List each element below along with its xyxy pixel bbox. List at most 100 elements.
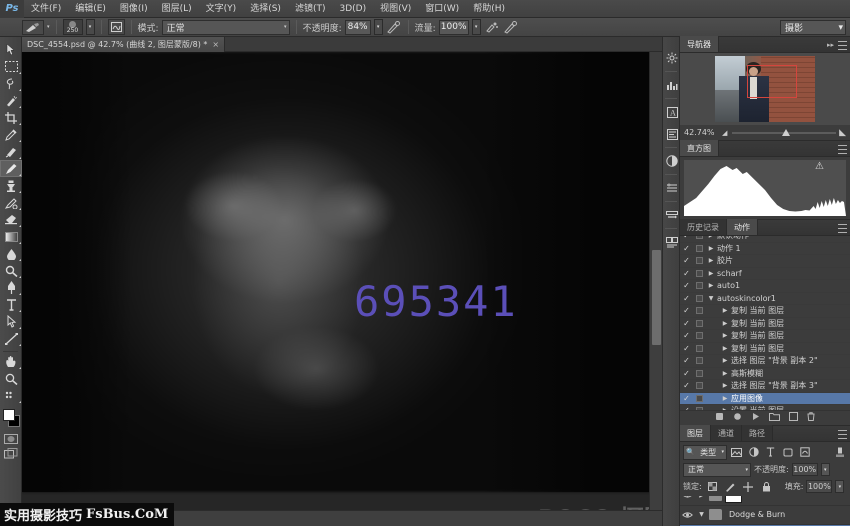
action-row[interactable]: ✓▶选择 图层 "背景 副本 2": [680, 355, 850, 368]
disclosure-triangle-icon[interactable]: ▶: [719, 332, 731, 339]
action-row[interactable]: ✓▶动作 1: [680, 243, 850, 256]
action-dialog-toggle[interactable]: [693, 307, 705, 314]
healing-brush-tool[interactable]: [0, 143, 22, 160]
path-selection-tool[interactable]: [0, 313, 22, 330]
action-row[interactable]: ✓▶高斯模糊: [680, 368, 850, 381]
disclosure-triangle-icon[interactable]: ▶: [719, 320, 731, 327]
panel-menu-icon[interactable]: [838, 41, 847, 50]
document-tab[interactable]: DSC_4554.psd @ 42.7% (曲线 2, 图层蒙版/8) * ×: [22, 37, 225, 52]
action-toggle-checkmark[interactable]: ✓: [680, 344, 693, 353]
menu-item-4[interactable]: 文字(Y): [199, 0, 244, 18]
action-toggle-checkmark[interactable]: ✓: [680, 256, 693, 265]
tab-paths[interactable]: 路径: [742, 425, 773, 441]
navigator-zoom-slider[interactable]: ◢ ◣: [722, 128, 846, 137]
tab-histogram[interactable]: 直方图: [680, 140, 719, 156]
action-dialog-toggle[interactable]: [693, 270, 705, 277]
actions-list[interactable]: ✓▶默认动作✓▶动作 1✓▶胶片✓▶scharf✓▶auto1✓▼autoski…: [680, 236, 850, 410]
stop-button[interactable]: [715, 412, 724, 424]
action-row[interactable]: ✓▼autoskincolor1: [680, 293, 850, 306]
filter-smart-icon[interactable]: [797, 445, 812, 460]
brush-tool[interactable]: [0, 160, 22, 177]
gradient-tool[interactable]: [0, 228, 22, 245]
action-toggle-checkmark[interactable]: ✓: [680, 269, 693, 278]
dodge-tool[interactable]: [0, 262, 22, 279]
menu-item-2[interactable]: 图像(I): [113, 0, 155, 18]
pen-tool[interactable]: [0, 279, 22, 296]
tab-channels[interactable]: 通道: [711, 425, 742, 441]
move-tool[interactable]: [0, 41, 22, 58]
layer-visibility-eye-icon[interactable]: [680, 496, 694, 499]
brush-size-indicator[interactable]: 250: [63, 19, 83, 35]
action-row[interactable]: ✓▶设置 当前 图层: [680, 405, 850, 410]
disclosure-triangle-icon[interactable]: ▶: [705, 282, 717, 289]
menu-item-5[interactable]: 选择(S): [243, 0, 288, 18]
close-icon[interactable]: ×: [212, 40, 219, 49]
eraser-tool[interactable]: [0, 211, 22, 228]
brush-preview-caret[interactable]: ▾: [47, 24, 50, 30]
tab-layers[interactable]: 图层: [680, 425, 711, 441]
action-dialog-toggle[interactable]: [693, 295, 705, 302]
action-dialog-toggle[interactable]: [693, 407, 705, 410]
lock-all-icon[interactable]: [759, 479, 774, 494]
action-row[interactable]: ✓▶复制 当前 图层: [680, 330, 850, 343]
canvas-area[interactable]: 695341 POCO 摄影专题 http://photo.poco.cn/: [22, 52, 662, 510]
airbrush-toggle-icon[interactable]: [484, 19, 500, 35]
disclosure-triangle-icon[interactable]: ▶: [719, 382, 731, 389]
menu-item-8[interactable]: 视图(V): [373, 0, 418, 18]
layer-row[interactable]: ▼Dodge & Burn: [680, 506, 850, 526]
action-toggle-checkmark[interactable]: ✓: [680, 356, 693, 365]
quick-selection-tool[interactable]: [0, 92, 22, 109]
menu-item-0[interactable]: 文件(F): [24, 0, 68, 18]
brush-preview[interactable]: [22, 20, 44, 35]
lock-position-icon[interactable]: [741, 479, 756, 494]
action-toggle-checkmark[interactable]: ✓: [680, 381, 693, 390]
panel-menu-icon[interactable]: [838, 430, 847, 439]
menu-item-1[interactable]: 编辑(E): [68, 0, 113, 18]
blur-tool[interactable]: [0, 245, 22, 262]
brush-panel-toggle-button[interactable]: [108, 19, 125, 35]
eyedropper-tool[interactable]: [0, 126, 22, 143]
action-row[interactable]: ✓▶复制 当前 图层: [680, 343, 850, 356]
edit-toolbar-button[interactable]: [0, 387, 22, 404]
layer-opacity-value[interactable]: 100%: [792, 463, 818, 476]
disclosure-triangle-icon[interactable]: ▶: [719, 357, 731, 364]
new-set-button[interactable]: [769, 412, 780, 424]
color-icon[interactable]: [663, 150, 681, 172]
character-icon[interactable]: A: [663, 101, 681, 123]
disclosure-triangle-icon[interactable]: ▶: [719, 407, 731, 410]
blend-mode-select[interactable]: 正常 ▾: [162, 20, 290, 35]
screen-mode-toggle[interactable]: [0, 446, 22, 461]
clone-stamp-tool[interactable]: [0, 177, 22, 194]
collapse-icon[interactable]: ▸▸: [827, 41, 834, 49]
layer-blend-mode-select[interactable]: 正常 ▾: [683, 463, 751, 477]
filter-type-icon[interactable]: [763, 445, 778, 460]
menu-item-10[interactable]: 帮助(H): [466, 0, 512, 18]
group-disclosure-triangle-icon[interactable]: ▼: [697, 511, 706, 518]
action-row[interactable]: ✓▶胶片: [680, 255, 850, 268]
histogram-warning-icon[interactable]: ⚠: [815, 161, 824, 172]
navigator-view-box[interactable]: [747, 65, 797, 98]
action-row[interactable]: ✓▶复制 当前 图层: [680, 318, 850, 331]
tab-history[interactable]: 历史记录: [680, 219, 727, 235]
layer-opacity-caret[interactable]: ▾: [821, 463, 830, 476]
action-dialog-toggle[interactable]: [693, 370, 705, 377]
disclosure-triangle-icon[interactable]: ▶: [719, 370, 731, 377]
lasso-tool[interactable]: [0, 75, 22, 92]
navigator-zoom-value[interactable]: 42.74%: [684, 128, 718, 137]
action-dialog-toggle[interactable]: [693, 345, 705, 352]
filter-toggle-switch[interactable]: [832, 445, 847, 460]
action-dialog-toggle[interactable]: [693, 245, 705, 252]
disclosure-triangle-icon[interactable]: ▶: [719, 345, 731, 352]
type-tool[interactable]: [0, 296, 22, 313]
filter-pixel-icon[interactable]: [729, 445, 744, 460]
layer-fill-caret[interactable]: ▾: [835, 480, 844, 493]
flow-value[interactable]: 100%: [439, 20, 469, 35]
foreground-background-color[interactable]: [0, 407, 22, 431]
layer-visibility-eye-icon[interactable]: [680, 511, 694, 519]
action-row[interactable]: ✓▶auto1: [680, 280, 850, 293]
layer-fill-value[interactable]: 100%: [806, 480, 832, 493]
panel-menu-icon[interactable]: [838, 145, 847, 154]
action-toggle-checkmark[interactable]: ✓: [680, 406, 693, 410]
brush-preset-caret[interactable]: ▾: [86, 19, 95, 35]
filter-adjustment-icon[interactable]: [746, 445, 761, 460]
